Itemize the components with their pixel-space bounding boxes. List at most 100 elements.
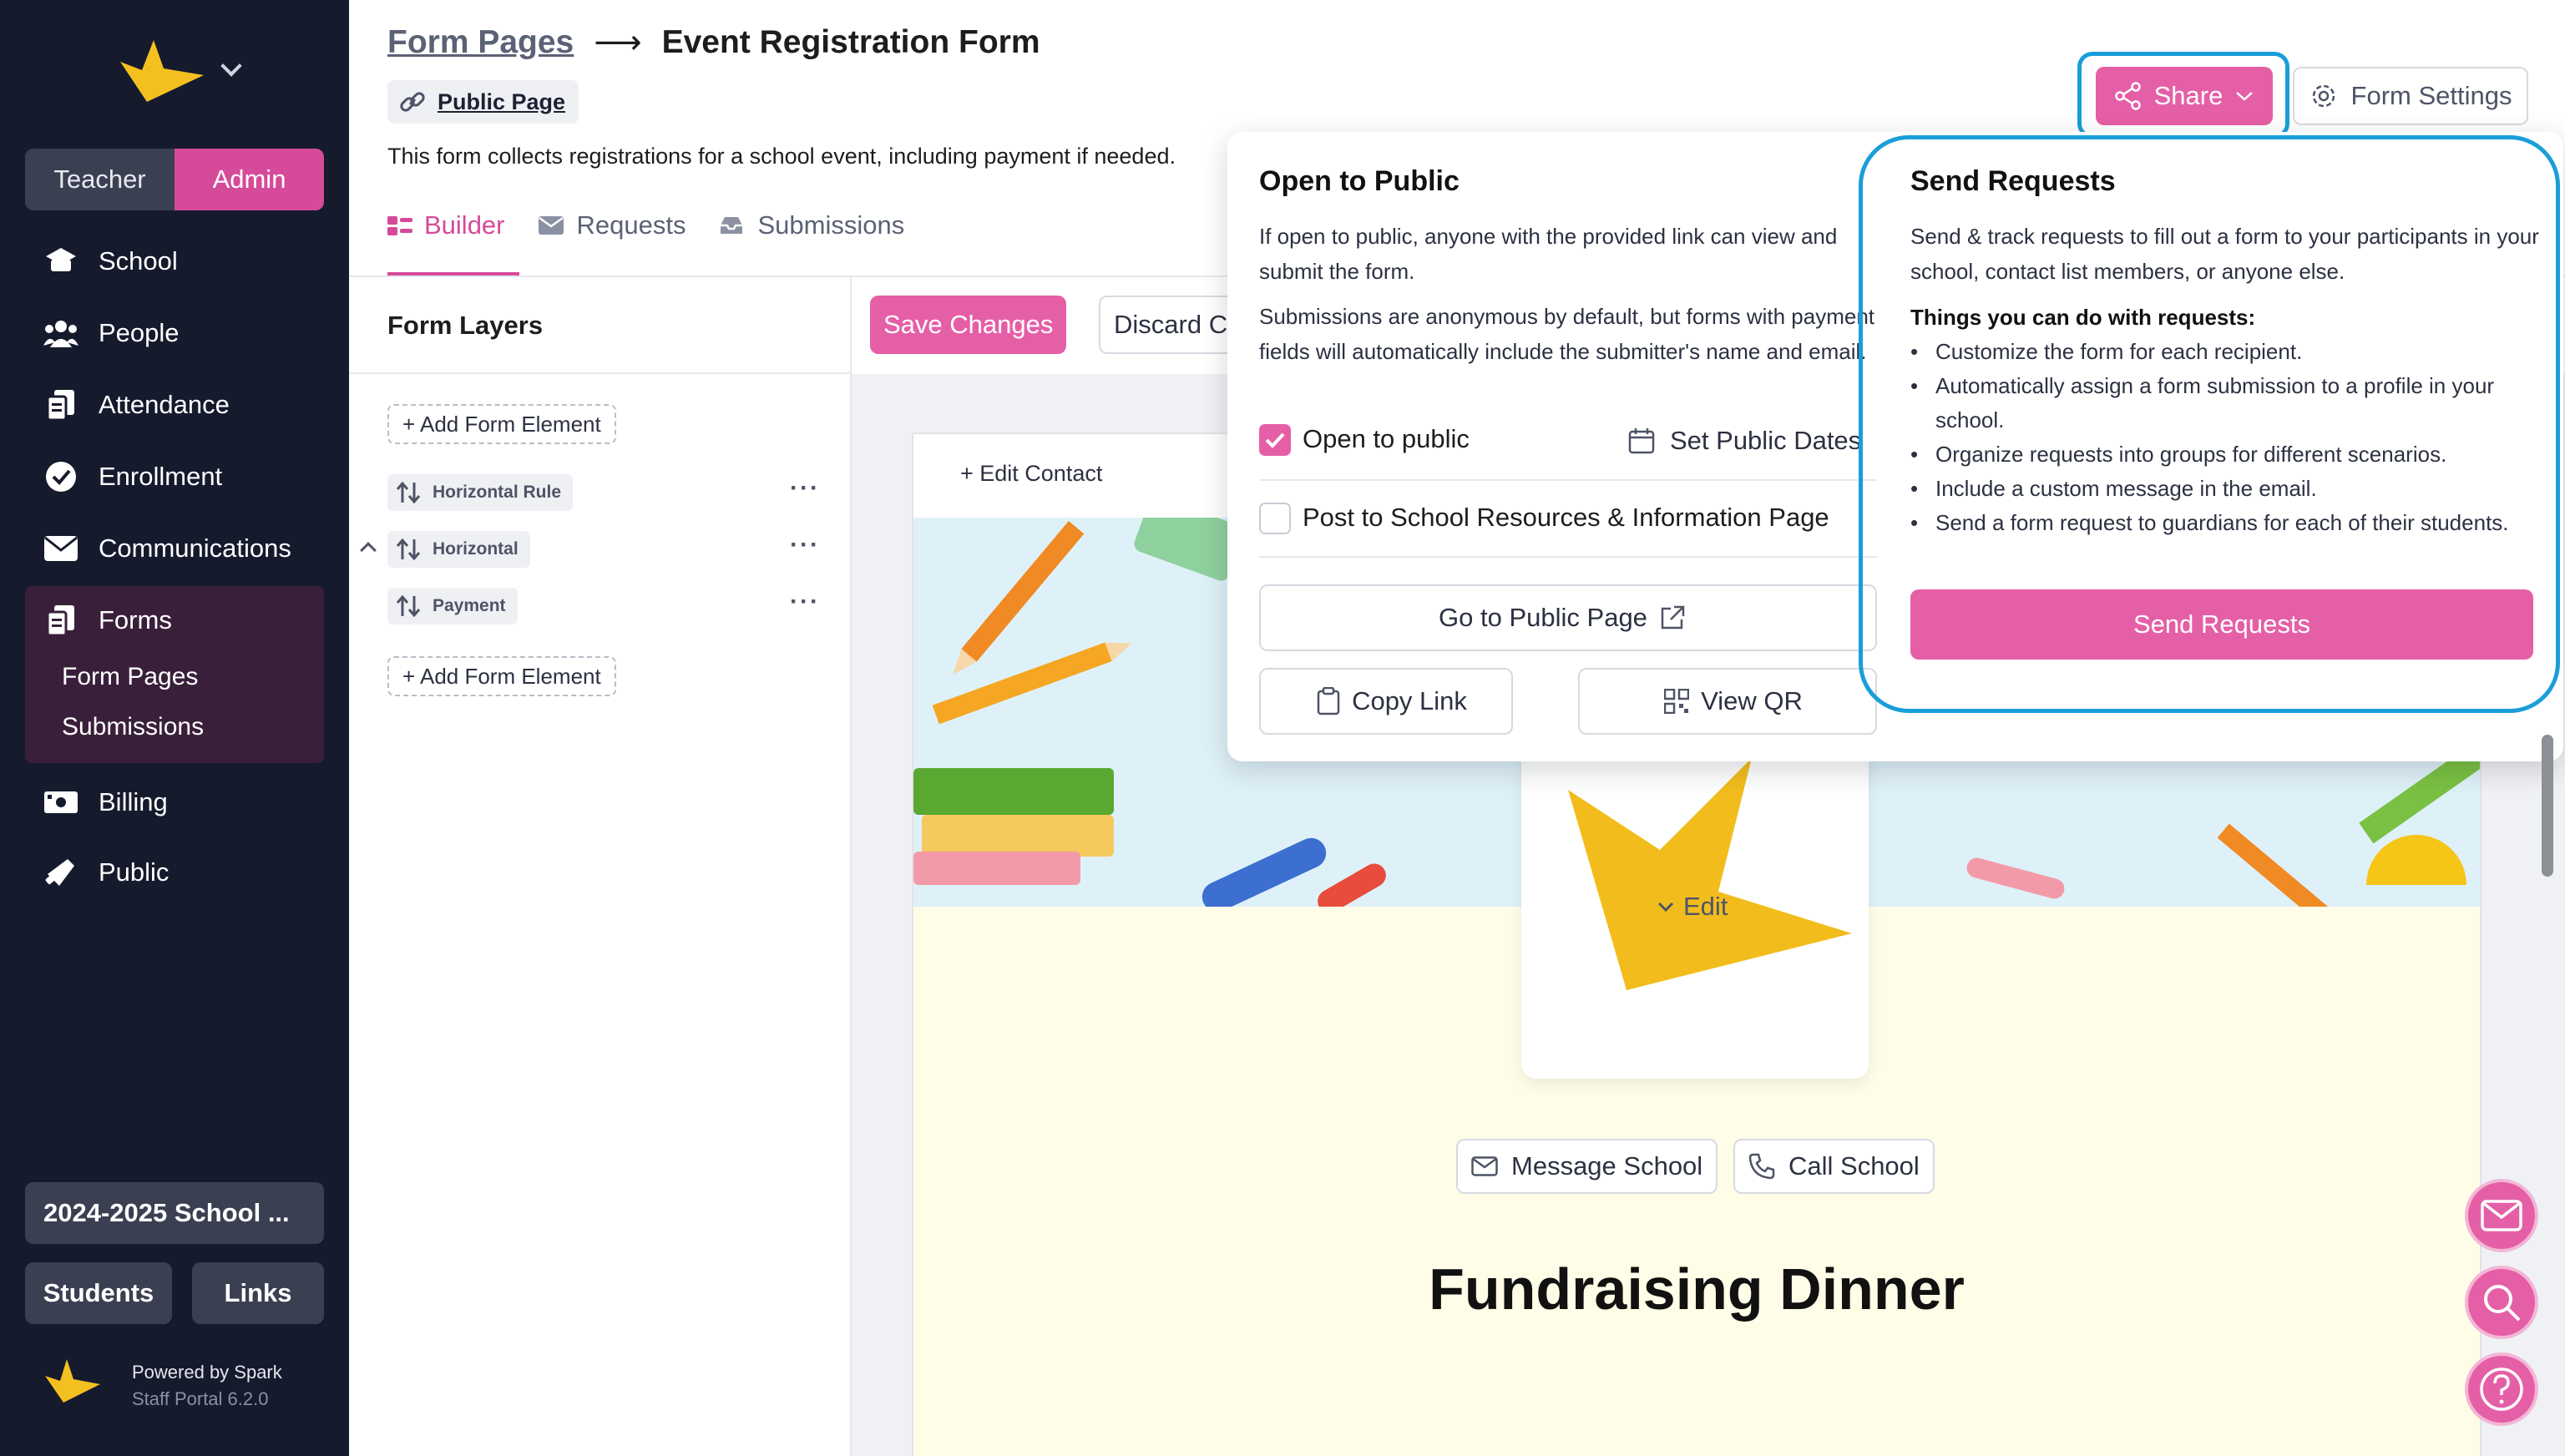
divider (1259, 479, 1877, 481)
sidebar-item-public[interactable]: Public (43, 855, 169, 890)
sidebar: Teacher Admin School People Attendance E… (0, 0, 349, 1456)
school-year-selector[interactable]: 2024-2025 School ... (25, 1182, 324, 1244)
send-requests-title: Send Requests (1910, 165, 2116, 197)
sidebar-item-enrollment[interactable]: Enrollment (43, 459, 222, 494)
sidebar-subitem-submissions[interactable]: Submissions (62, 713, 204, 741)
message-fab-button[interactable] (2465, 1179, 2538, 1252)
people-icon (43, 316, 78, 351)
call-school-button[interactable]: Call School (1733, 1139, 1935, 1194)
arrow-right-icon: ⟶ (594, 24, 642, 61)
breadcrumb: Form Pages ⟶ Event Registration Form (387, 23, 1040, 62)
phone-icon (1748, 1153, 1775, 1180)
open-to-public-title: Open to Public (1259, 165, 1460, 197)
sidebar-subitem-form-pages[interactable]: Form Pages (62, 663, 198, 691)
add-form-element-button[interactable]: + Add Form Element (387, 656, 616, 696)
sidebar-item-label: Attendance (99, 390, 230, 419)
set-public-dates-button[interactable]: Set Public Dates (1628, 426, 1861, 456)
send-requests-description: Send & track requests to fill out a form… (1910, 224, 2539, 284)
list-item: • Include a custom message in the email. (1910, 476, 2317, 501)
chevron-down-icon (220, 55, 242, 77)
tab-submissions[interactable]: Submissions (719, 210, 904, 240)
requests-benefits-list: Things you can do with requests: • Custom… (1910, 301, 2545, 540)
page-title: Event Registration Form (661, 24, 1040, 60)
envelope-icon (43, 531, 78, 566)
sidebar-item-forms[interactable]: Forms (43, 603, 172, 638)
tab-builder[interactable]: Builder (387, 210, 505, 240)
role-admin-button[interactable]: Admin (175, 149, 324, 210)
spark-logo-icon (120, 40, 204, 102)
edit-logo-button[interactable]: Edit (1657, 892, 1728, 922)
inbox-icon (721, 217, 743, 234)
billing-icon (43, 785, 78, 820)
list-item: • Customize the form for each recipient. (1910, 339, 2303, 364)
gear-icon (2312, 84, 2335, 108)
chevron-down-icon (2236, 92, 2254, 101)
open-to-public-description: If open to public, anyone with the provi… (1259, 224, 1838, 284)
add-form-element-button[interactable]: + Add Form Element (387, 404, 616, 444)
collapse-icon[interactable] (360, 542, 377, 559)
layer-item[interactable]: Horizontal (387, 531, 530, 568)
sidebar-item-people[interactable]: People (43, 316, 180, 351)
view-qr-button[interactable]: View QR (1578, 668, 1877, 735)
more-options-icon[interactable]: ··· (790, 474, 820, 503)
sidebar-item-label: School (99, 246, 178, 276)
scrollbar[interactable] (2542, 735, 2553, 877)
share-button[interactable]: Share (2096, 67, 2273, 125)
sort-arrows-icon (396, 594, 421, 618)
sidebar-item-label: Communications (99, 533, 291, 563)
post-to-resources-label: Post to School Resources & Information P… (1303, 503, 1829, 532)
sidebar-item-label: Public (99, 857, 169, 887)
more-options-icon[interactable]: ··· (790, 531, 820, 559)
breadcrumb-form-pages-link[interactable]: Form Pages (387, 24, 574, 61)
calendar-icon (1628, 428, 1655, 454)
save-changes-button[interactable]: Save Changes (870, 296, 1067, 354)
form-tabs: Builder Requests Submissions (387, 210, 938, 240)
divider (349, 372, 850, 374)
builder-icon (387, 216, 412, 235)
students-button[interactable]: Students (25, 1262, 172, 1324)
check-badge-icon (43, 459, 78, 494)
sidebar-item-school[interactable]: School (43, 244, 178, 279)
sidebar-item-label: Billing (99, 787, 168, 816)
share-icon (2114, 82, 2141, 110)
layer-item[interactable]: Payment (387, 588, 518, 624)
form-settings-button[interactable]: Form Settings (2293, 67, 2528, 125)
qr-code-icon (1664, 689, 1690, 714)
help-fab-button[interactable] (2465, 1352, 2538, 1426)
school-cap-icon (43, 244, 78, 279)
list-item: • Send a form request to guardians for ea… (1910, 510, 2509, 535)
send-requests-button[interactable]: Send Requests (1910, 589, 2533, 660)
app-logo-menu[interactable] (117, 37, 242, 104)
public-page-link[interactable]: Public Page (387, 80, 579, 124)
links-button[interactable]: Links (192, 1262, 324, 1324)
role-toggle: Teacher Admin (25, 149, 324, 210)
edit-contact-button[interactable]: + Edit Contact (960, 461, 1102, 487)
sidebar-item-attendance[interactable]: Attendance (43, 387, 230, 422)
megaphone-icon (43, 855, 78, 890)
form-layers-title: Form Layers (387, 311, 544, 340)
role-teacher-button[interactable]: Teacher (25, 149, 175, 210)
chevron-down-icon (1657, 902, 1674, 913)
tab-requests[interactable]: Requests (538, 210, 686, 240)
open-to-public-checkbox[interactable] (1259, 424, 1291, 456)
envelope-icon (538, 216, 564, 235)
layer-item[interactable]: Horizontal Rule (387, 474, 574, 511)
sidebar-item-communications[interactable]: Communications (43, 531, 291, 566)
message-school-button[interactable]: Message School (1456, 1139, 1718, 1194)
help-icon (2480, 1368, 2523, 1411)
sidebar-item-label: People (99, 318, 180, 347)
form-description: This form collects registrations for a s… (387, 144, 1176, 169)
check-icon (1265, 432, 1285, 448)
copy-link-button[interactable]: Copy Link (1259, 668, 1513, 735)
list-item: • Organize requests into groups for diffe… (1910, 442, 2447, 467)
post-to-resources-checkbox[interactable] (1259, 503, 1291, 534)
more-options-icon[interactable]: ··· (790, 588, 820, 616)
discard-changes-button[interactable]: Discard Changes (1099, 296, 1249, 354)
search-icon (2484, 1285, 2521, 1322)
go-to-public-page-button[interactable]: Go to Public Page (1259, 584, 1877, 651)
sort-arrows-icon (396, 481, 421, 504)
powered-by: Powered by Spark Staff Portal 6.2.0 (132, 1362, 282, 1409)
sidebar-item-billing[interactable]: Billing (43, 785, 168, 820)
envelope-icon (2481, 1200, 2522, 1231)
search-fab-button[interactable] (2465, 1266, 2538, 1339)
